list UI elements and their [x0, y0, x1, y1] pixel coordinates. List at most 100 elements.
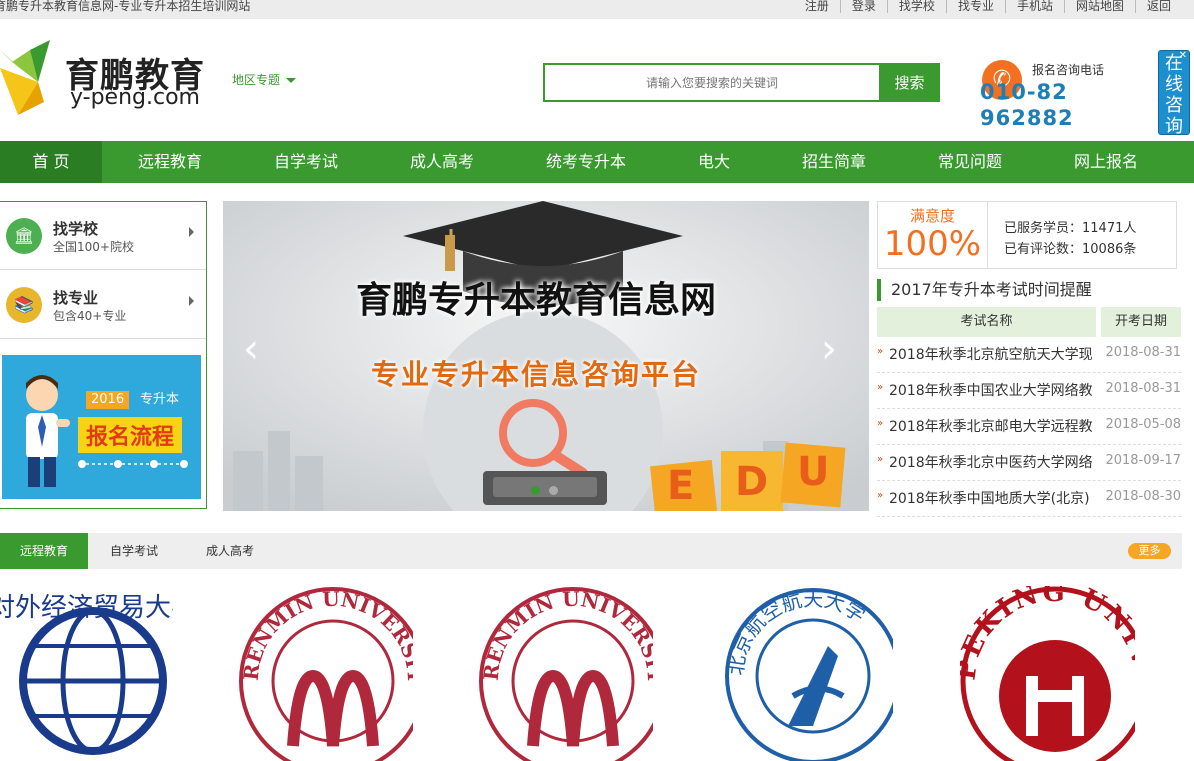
cube-letter-u: U [797, 449, 830, 495]
site-title: 育鹏专升本教育信息网-专业专升本招生培训网站 [0, 0, 251, 13]
search-input[interactable] [543, 63, 879, 102]
exam-reminder-title: 2017年专升本考试时间提醒 [877, 279, 1092, 301]
tab-distance-edu[interactable]: 远程教育 [0, 533, 88, 569]
exam-date: 2018-05-08 [1105, 417, 1181, 432]
category-tabs: 远程教育 自学考试 成人高考 更多 [0, 533, 1182, 569]
double-chevron-icon: » [877, 382, 884, 393]
find-school-title: 找学校 [53, 220, 99, 238]
ruc-logo-text: RENMIN UNIVERSITY OF CHINA [238, 586, 413, 684]
person-illustration [26, 375, 70, 487]
uibe-logo-text: 对外经济贸易大学 [0, 593, 173, 623]
tab-adult-exam[interactable]: 成人高考 [194, 533, 266, 569]
register-link[interactable]: 注册 [794, 0, 840, 13]
exam-name[interactable]: 2018年秋季北京航空航天大学现 [889, 344, 1097, 364]
cube-letter-e: E [667, 463, 695, 509]
chevron-left-icon[interactable]: ‹ [243, 329, 259, 369]
school-icon: 🏛 [6, 218, 42, 254]
exam-name[interactable]: 2018年秋季北京中医药大学网络 [889, 452, 1097, 472]
progress-dots [78, 460, 188, 468]
carousel-dot[interactable] [549, 486, 558, 495]
exam-name[interactable]: 2018年秋季中国农业大学网络教 [889, 380, 1097, 400]
chevron-right-icon [189, 227, 194, 237]
nav-online-signup[interactable]: 网上报名 [1038, 141, 1174, 183]
find-school-link[interactable]: 找学校 [886, 0, 946, 13]
tab-self-exam[interactable]: 自学考试 [98, 533, 170, 569]
banner-title: 育鹏专升本教育信息网 [355, 280, 716, 321]
nav-tv-university[interactable]: 电大 [662, 141, 766, 183]
promo-tag: 专升本 [140, 392, 180, 407]
exam-date: 2018-09-17 [1105, 453, 1181, 468]
logo-text-en[interactable]: y-peng.com [70, 85, 200, 110]
exam-row[interactable]: » 2018年秋季中国农业大学网络教 2018-08-31 [877, 373, 1181, 409]
nav-adult-exam[interactable]: 成人高考 [374, 141, 510, 183]
ruc-logo-icon[interactable]: RENMIN UNIVERSITY OF CHINA [238, 586, 413, 761]
login-link[interactable]: 登录 [839, 0, 887, 13]
stats-counts: 已服务学员：11471人 已有评论数：10086条 [1004, 218, 1136, 260]
book-icon: 📚 [6, 287, 42, 323]
exam-name[interactable]: 2018年秋季北京邮电大学远程教 [889, 416, 1097, 436]
nav-home[interactable]: 首 页 [0, 141, 102, 183]
region-dropdown[interactable]: 地区专题 [232, 71, 297, 88]
mobile-site-link[interactable]: 手机站 [1004, 0, 1064, 13]
region-label: 地区专题 [232, 73, 281, 87]
exam-row[interactable]: » 2018年秋季北京邮电大学远程教 2018-05-08 [877, 409, 1181, 445]
carousel-dot-active[interactable] [531, 486, 540, 495]
top-links: 注册 登录 找学校 找专业 手机站 网站地图 返回 [794, 0, 1182, 13]
exam-date: 2018-08-31 [1105, 381, 1181, 396]
svg-text:RENMIN UNIVERSITY OF CHINA: RENMIN UNIVERSITY OF CHINA [238, 586, 413, 684]
phone-label: 报名咨询电话 [1032, 63, 1105, 77]
double-chevron-icon: » [877, 490, 884, 501]
satisfaction-value: 100% [883, 224, 982, 264]
left-panel: 🏛 找学校 全国100+院校 📚 找专业 包含40+专业 2016 专升本 报名… [0, 201, 207, 509]
ruc-logo-text: RENMIN UNIVERSITY OF CHINA [478, 586, 653, 684]
top-bar: 育鹏专升本教育信息网-专业专升本招生培训网站 注册 登录 找学校 找专业 手机站… [0, 0, 1194, 19]
back-link[interactable]: 返回 [1134, 0, 1182, 13]
find-major-link[interactable]: 找专业 [945, 0, 1005, 13]
signup-process-banner[interactable]: 2016 专升本 报名流程 [2, 355, 201, 499]
sitemap-link[interactable]: 网站地图 [1063, 0, 1135, 13]
exam-name[interactable]: 2018年秋季中国地质大学(北京) [889, 488, 1097, 508]
nav-unified-exam[interactable]: 统考专升本 [510, 141, 662, 183]
exam-row[interactable]: » 2018年秋季北京中医药大学网络 2018-09-17 [877, 445, 1181, 481]
exam-row[interactable]: » 2018年秋季北京航空航天大学现 2018-08-31 [877, 337, 1181, 373]
find-school-item[interactable]: 🏛 找学校 全国100+院校 [0, 202, 206, 270]
nav-faq[interactable]: 常见问题 [902, 141, 1038, 183]
close-icon[interactable]: ✕ [1179, 51, 1187, 61]
col-exam-name: 考试名称 [877, 307, 1096, 337]
chevron-right-icon [189, 296, 194, 306]
hero-banner[interactable]: E D U 育鹏专升本教育信息网 专业专升本信息咨询平台 ‹ › [223, 201, 869, 511]
served-count: 已服务学员：11471人 [1004, 221, 1137, 236]
uibe-logo-icon[interactable]: 对外经济贸易大学 [0, 586, 173, 761]
exam-date: 2018-08-30 [1105, 489, 1181, 504]
nav-self-exam[interactable]: 自学考试 [238, 141, 374, 183]
satisfaction-box: 满意度 100% [878, 202, 988, 268]
satisfaction-label: 满意度 [909, 207, 955, 225]
nav-admission-guide[interactable]: 招生简章 [766, 141, 902, 183]
exam-table-header: 考试名称 开考日期 [877, 307, 1181, 337]
main-nav: 首 页 远程教育 自学考试 成人高考 统考专升本 电大 招生简章 常见问题 网上… [0, 141, 1194, 183]
chevron-right-icon[interactable]: › [821, 329, 837, 369]
find-major-sub: 包含40+专业 [53, 309, 127, 323]
double-chevron-icon: » [877, 346, 884, 357]
col-exam-date: 开考日期 [1101, 307, 1181, 337]
exam-row[interactable]: » 2018年秋季中国地质大学(北京) 2018-08-30 [877, 481, 1181, 517]
search-box: 搜索 [543, 63, 940, 102]
find-school-sub: 全国100+院校 [53, 240, 134, 254]
double-chevron-icon: » [877, 418, 884, 429]
svg-text:RENMIN UNIVERSITY OF CHINA: RENMIN UNIVERSITY OF CHINA [478, 586, 653, 684]
banner-subtitle: 专业专升本信息咨询平台 [370, 358, 701, 391]
search-button[interactable]: 搜索 [879, 63, 940, 102]
double-chevron-icon: » [877, 454, 884, 465]
ruc-logo-icon[interactable]: RENMIN UNIVERSITY OF CHINA [478, 586, 653, 761]
promo-year: 2016 [86, 391, 130, 409]
nav-distance-edu[interactable]: 远程教育 [102, 141, 238, 183]
online-consult-label: 在线咨询 [1165, 53, 1183, 137]
buaa-logo-icon[interactable]: 北京航空航天大学 [718, 586, 893, 761]
review-count: 已有评论数：10086条 [1004, 242, 1137, 257]
online-consult-button[interactable]: ✕ 在线咨询 [1158, 50, 1190, 137]
more-button[interactable]: 更多 [1128, 543, 1171, 559]
find-major-item[interactable]: 📚 找专业 包含40+专业 [0, 271, 206, 339]
pku-logo-icon[interactable]: PEKING UNIVERSITY [960, 586, 1135, 761]
cube-letter-d: D [735, 459, 769, 505]
phone-number: 010-82962882 [980, 80, 1074, 130]
